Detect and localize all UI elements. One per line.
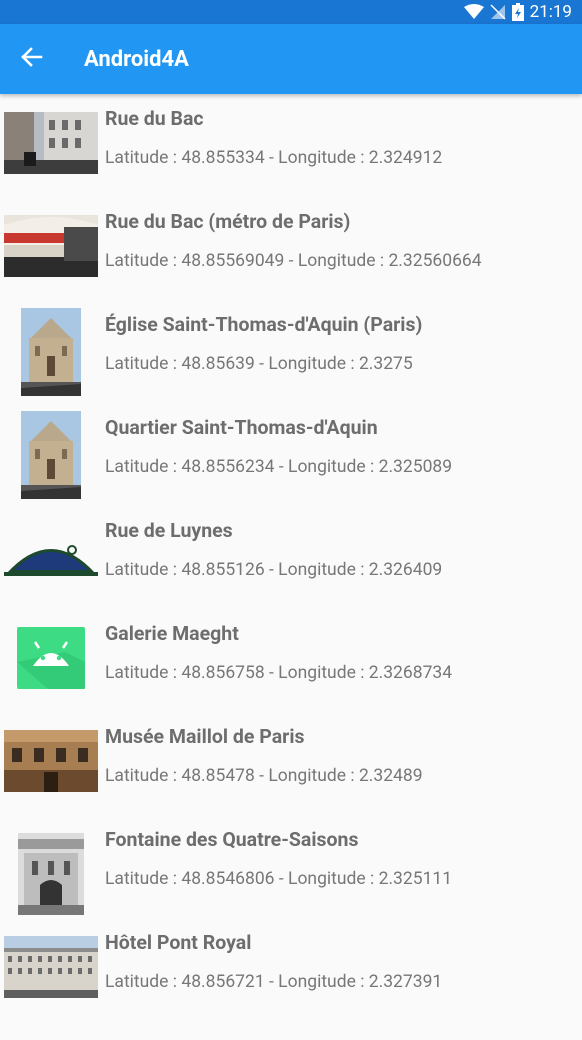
list-item[interactable]: Fontaine des Quatre-Saisons Latitude : 4… xyxy=(0,815,582,918)
thumbnail-image xyxy=(3,833,99,915)
list-item[interactable]: Galerie Maeght Latitude : 48.856758 - Lo… xyxy=(0,609,582,712)
place-name: Galerie Maeght xyxy=(105,622,239,645)
app-bar: Android4A xyxy=(0,24,582,94)
back-button[interactable] xyxy=(2,24,62,94)
android-icon xyxy=(3,627,99,689)
thumbnail-image xyxy=(3,308,99,396)
list-item[interactable]: Musée Maillol de Paris Latitude : 48.854… xyxy=(0,712,582,815)
place-coordinates: Latitude : 48.85639 - Longitude : 2.3275 xyxy=(105,354,413,374)
place-coordinates: Latitude : 48.856758 - Longitude : 2.326… xyxy=(105,663,453,683)
place-name: Quartier Saint-Thomas-d'Aquin xyxy=(105,416,378,439)
place-name: Hôtel Pont Royal xyxy=(105,931,252,954)
place-name: Rue du Bac xyxy=(105,107,204,130)
thumbnail-image xyxy=(3,215,99,277)
places-list: Rue du Bac Latitude : 48.855334 - Longit… xyxy=(0,94,582,1021)
place-coordinates: Latitude : 48.8556234 - Longitude : 2.32… xyxy=(105,457,453,477)
list-item[interactable]: Église Saint-Thomas-d'Aquin (Paris) Lati… xyxy=(0,300,582,403)
place-coordinates: Latitude : 48.856721 - Longitude : 2.327… xyxy=(105,972,443,992)
battery-icon xyxy=(511,3,524,21)
place-coordinates: Latitude : 48.85478 - Longitude : 2.3248… xyxy=(105,766,423,786)
thumbnail-image xyxy=(3,524,99,586)
list-item[interactable]: Hôtel Pont Royal Latitude : 48.856721 - … xyxy=(0,918,582,1021)
arrow-back-icon xyxy=(21,46,43,72)
thumbnail-image xyxy=(3,730,99,792)
no-sim-icon xyxy=(490,4,506,20)
list-item[interactable]: Rue du Bac (métro de Paris) Latitude : 4… xyxy=(0,197,582,300)
place-coordinates: Latitude : 48.855126 - Longitude : 2.326… xyxy=(105,560,443,580)
list-item[interactable]: Quartier Saint-Thomas-d'Aquin Latitude :… xyxy=(0,403,582,506)
list-item[interactable]: Rue du Bac Latitude : 48.855334 - Longit… xyxy=(0,94,582,197)
thumbnail-image xyxy=(3,936,99,998)
thumbnail-image xyxy=(3,411,99,499)
place-coordinates: Latitude : 48.8546806 - Longitude : 2.32… xyxy=(105,869,453,889)
place-coordinates: Latitude : 48.85569049 - Longitude : 2.3… xyxy=(105,251,482,271)
place-name: Rue de Luynes xyxy=(105,519,233,542)
place-name: Musée Maillol de Paris xyxy=(105,725,305,748)
list-item[interactable]: Rue de Luynes Latitude : 48.855126 - Lon… xyxy=(0,506,582,609)
place-name: Église Saint-Thomas-d'Aquin (Paris) xyxy=(105,313,423,336)
place-coordinates: Latitude : 48.855334 - Longitude : 2.324… xyxy=(105,148,443,168)
thumbnail-image xyxy=(3,112,99,174)
app-title: Android4A xyxy=(84,46,189,72)
place-name: Rue du Bac (métro de Paris) xyxy=(105,210,351,233)
wifi-icon xyxy=(463,4,484,20)
status-bar: 21:19 xyxy=(0,0,582,24)
status-time: 21:19 xyxy=(529,2,572,22)
place-name: Fontaine des Quatre-Saisons xyxy=(105,828,359,851)
